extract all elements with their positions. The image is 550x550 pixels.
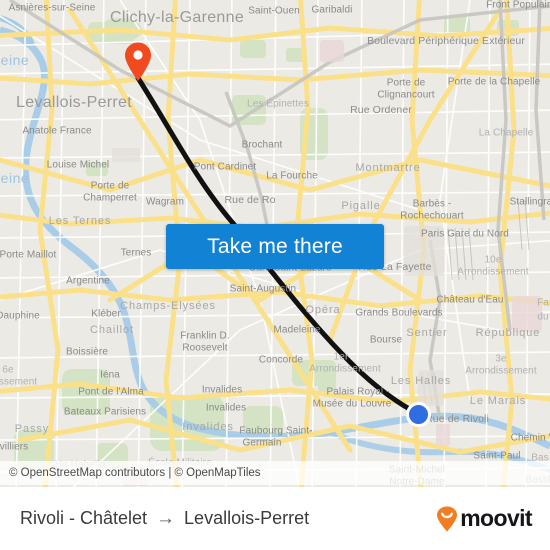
footer-bar: Rivoli - Châtelet → Levallois-Perret moo… — [0, 487, 550, 550]
map-canvas[interactable]: Asnières-sur-Seine Clichy-la-Garenne Saint… — [0, 0, 550, 487]
origin-dot-icon[interactable] — [406, 402, 431, 427]
moovit-route-card: Asnières-sur-Seine Clichy-la-Garenne Saint… — [0, 0, 550, 550]
moovit-wordmark: moovit — [460, 505, 532, 531]
moovit-logo[interactable]: moovit — [436, 505, 550, 532]
moovit-pin-icon — [436, 506, 458, 532]
take-me-there-button[interactable]: Take me there — [166, 224, 384, 269]
arrow-right-icon: → — [156, 508, 176, 529]
map-attribution: © OpenStreetMap contributors | © OpenMap… — [0, 461, 550, 485]
route-summary: Rivoli - Châtelet → Levallois-Perret — [0, 508, 309, 529]
destination-pin-icon[interactable] — [124, 42, 152, 82]
attribution-text[interactable]: © OpenStreetMap contributors | © OpenMap… — [0, 467, 261, 479]
destination-label: Levallois-Perret — [184, 508, 310, 528]
origin-label: Rivoli - Châtelet — [20, 508, 148, 528]
